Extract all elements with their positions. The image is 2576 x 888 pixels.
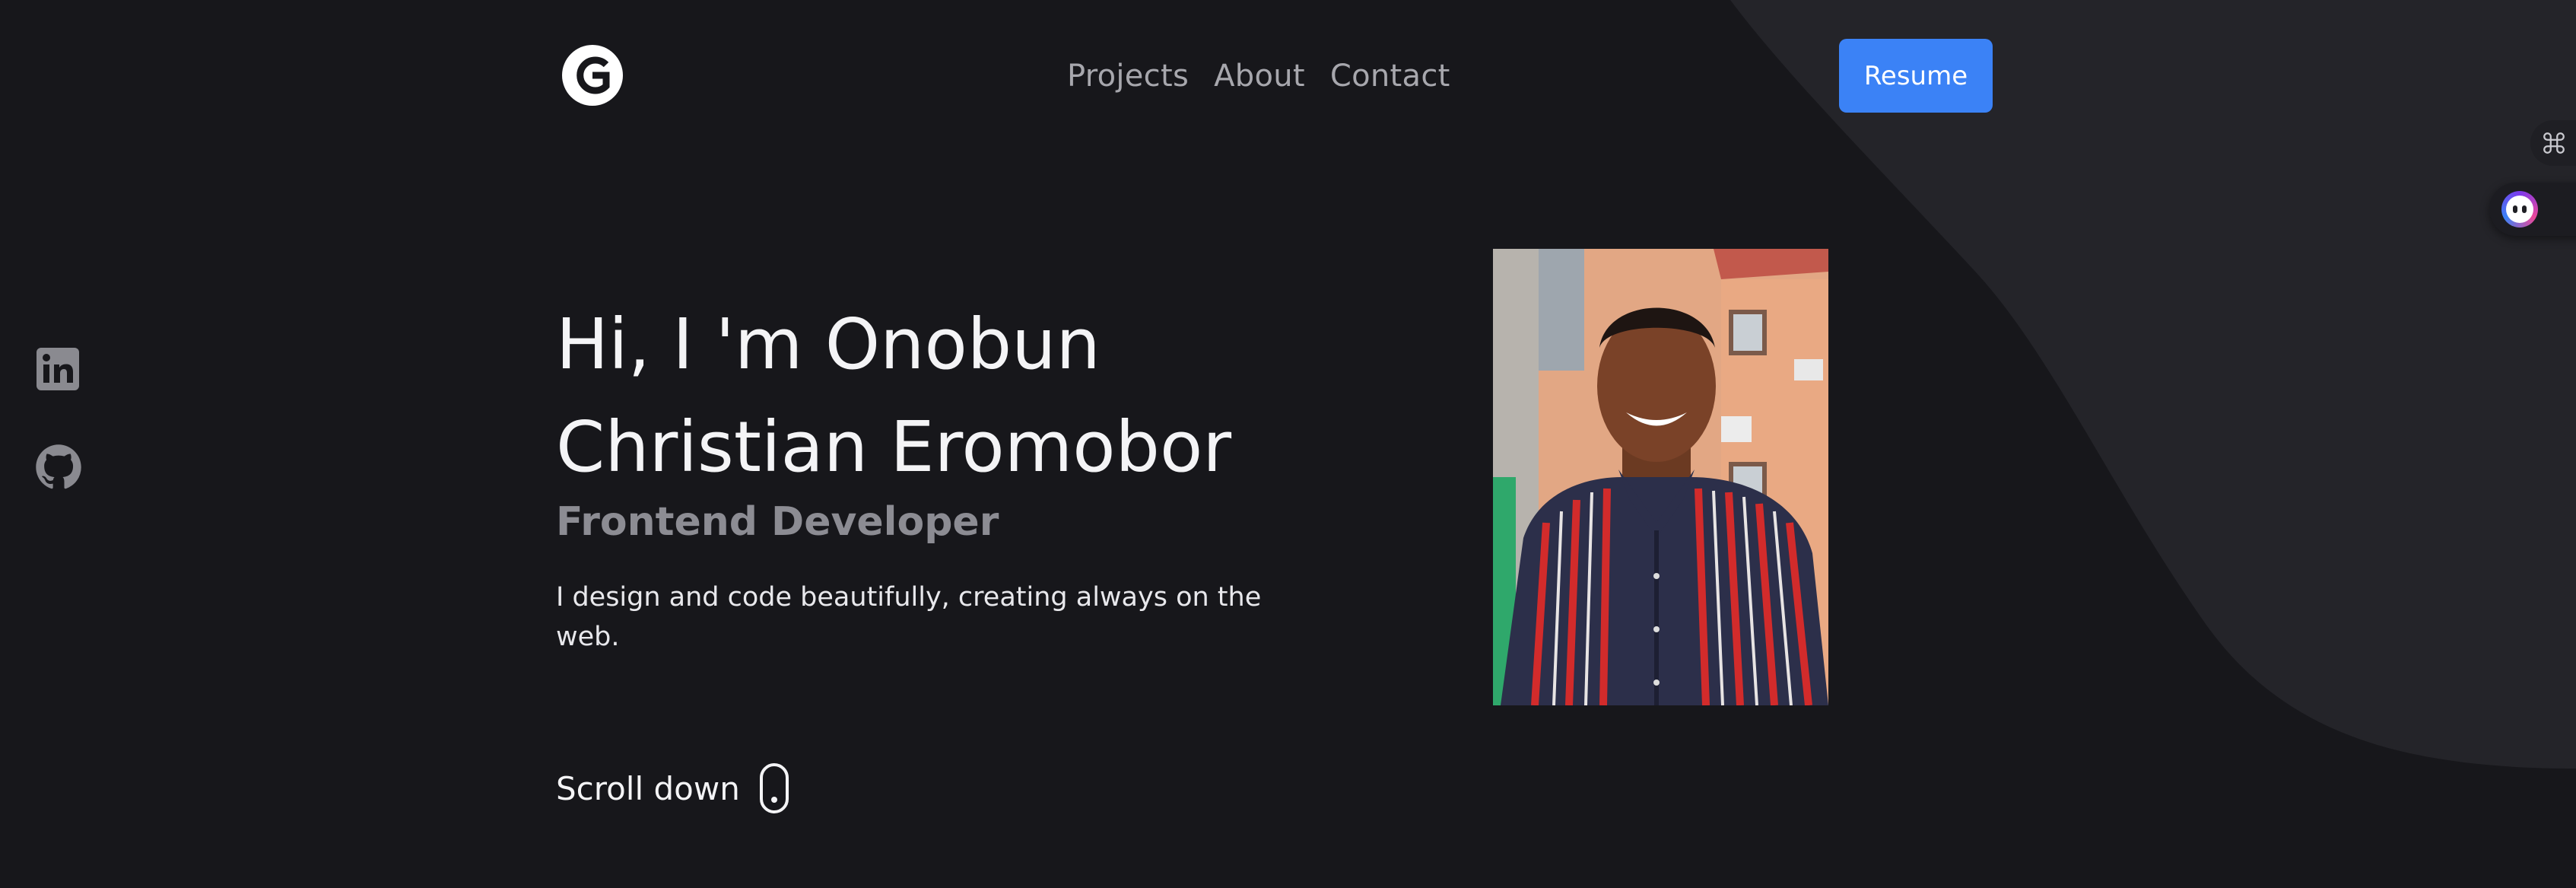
- profile-photo: [1493, 249, 1828, 705]
- github-icon: [36, 444, 81, 489]
- command-widget[interactable]: [2530, 120, 2576, 166]
- hero-description: I design and code beautifully, creating …: [556, 582, 1262, 652]
- scroll-down-label: Scroll down: [556, 769, 740, 807]
- hero-subtitle: Frontend Developer: [556, 499, 999, 545]
- main-nav: Projects About Contact: [1067, 53, 1450, 99]
- scroll-down-link[interactable]: Scroll down: [556, 763, 789, 813]
- mouse-icon: [759, 763, 789, 813]
- bot-assistant-icon: [2501, 191, 2538, 228]
- hero-title-line1: Hi, I 'm Onobun: [556, 304, 1101, 385]
- nav-link-projects[interactable]: Projects: [1067, 59, 1189, 94]
- portfolio-page: Projects About Contact Resume Hi, I 'm O…: [0, 0, 2576, 888]
- hero-title-line2: Christian Eromobor: [556, 406, 1232, 488]
- resume-button[interactable]: Resume: [1839, 39, 1993, 113]
- github-link[interactable]: [35, 444, 82, 494]
- nav-link-about[interactable]: About: [1214, 59, 1305, 94]
- assistant-widget[interactable]: [2489, 183, 2576, 236]
- linkedin-icon: [37, 348, 79, 390]
- logo-g-icon: [577, 56, 610, 94]
- site-logo[interactable]: [562, 45, 623, 106]
- nav-link-contact[interactable]: Contact: [1330, 59, 1450, 94]
- command-icon: [2543, 132, 2565, 154]
- hero-title: Hi, I 'm Onobun Christian Eromobor: [556, 293, 1317, 498]
- linkedin-link[interactable]: [35, 346, 81, 395]
